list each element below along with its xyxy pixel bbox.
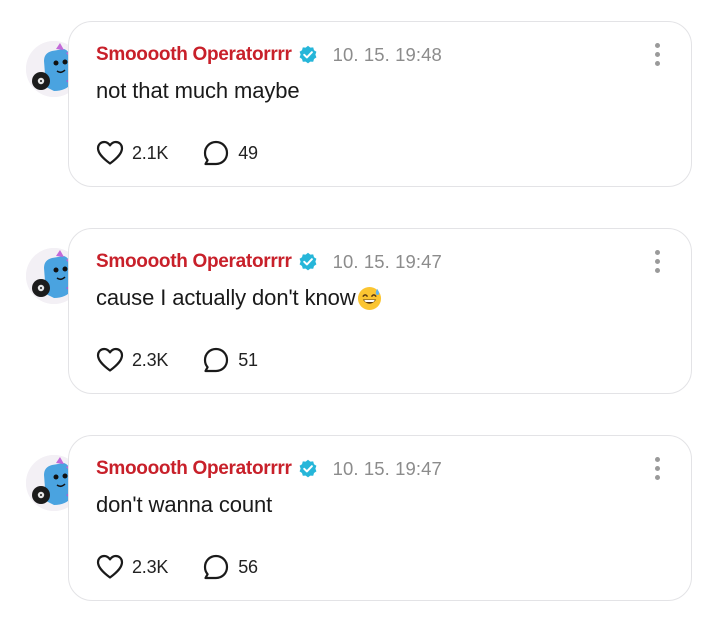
like-button[interactable]: 2.1K [96, 140, 168, 166]
post-text: not that much maybe [96, 78, 300, 103]
like-button[interactable]: 2.3K [96, 554, 168, 580]
comment-button[interactable]: 49 [202, 139, 258, 167]
comment-bubble-icon [204, 347, 229, 373]
heart-icon [96, 140, 124, 165]
more-options-icon[interactable] [647, 454, 667, 482]
post-header: Smooooth Operatorrrr 10. 15. 19:48 [96, 42, 442, 68]
comment-bubble-icon [204, 554, 229, 580]
comment-bubble-icon [204, 140, 229, 166]
comment-count: 51 [238, 349, 258, 370]
post-actions: 2.3K 51 [96, 344, 258, 376]
heart-icon [96, 347, 124, 372]
comment-count: 56 [238, 556, 258, 577]
verified-badge-icon [299, 459, 317, 478]
post-item: Smooooth Operatorrrr 10. 15. 19:47 don't… [0, 435, 720, 605]
post-actions: 2.3K 56 [96, 551, 258, 583]
post-timestamp: 10. 15. 19:47 [332, 251, 442, 272]
author-name[interactable]: Smooooth Operatorrrr [96, 458, 292, 480]
like-count: 2.3K [132, 349, 169, 370]
comment-button[interactable]: 56 [202, 553, 258, 581]
post-card: Smooooth Operatorrrr 10. 15. 19:47 cause… [68, 228, 692, 394]
post-text: don't wanna count [96, 492, 273, 517]
like-count: 2.3K [132, 556, 169, 577]
post-card: Smooooth Operatorrrr 10. 15. 19:48 not t… [68, 21, 692, 187]
more-options-icon[interactable] [647, 40, 667, 68]
post-timestamp: 10. 15. 19:48 [332, 44, 442, 65]
verified-badge-icon [299, 45, 317, 64]
post-timestamp: 10. 15. 19:47 [332, 458, 442, 479]
comment-button[interactable]: 51 [202, 346, 258, 374]
comment-count: 49 [238, 142, 258, 163]
post-header: Smooooth Operatorrrr 10. 15. 19:47 [96, 456, 442, 482]
post-item: Smooooth Operatorrrr 10. 15. 19:48 not t… [0, 21, 720, 191]
like-button[interactable]: 2.3K [96, 347, 168, 373]
heart-icon [96, 554, 124, 579]
more-options-icon[interactable] [647, 247, 667, 275]
author-name[interactable]: Smooooth Operatorrrr [96, 251, 292, 273]
post-item: Smooooth Operatorrrr 10. 15. 19:47 cause… [0, 228, 720, 398]
author-name[interactable]: Smooooth Operatorrrr [96, 44, 292, 66]
sweat-smile-emoji-icon [357, 286, 381, 310]
post-actions: 2.1K 49 [96, 137, 258, 169]
post-header: Smooooth Operatorrrr 10. 15. 19:47 [96, 249, 442, 275]
like-count: 2.1K [132, 142, 169, 163]
post-card: Smooooth Operatorrrr 10. 15. 19:47 don't… [68, 435, 692, 601]
post-text: cause I actually don't know [96, 285, 382, 311]
verified-badge-icon [299, 252, 317, 271]
